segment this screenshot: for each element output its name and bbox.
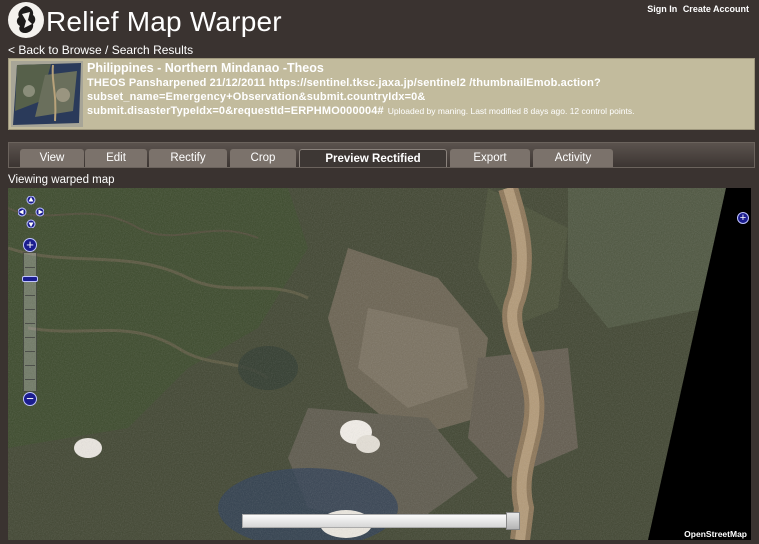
back-link[interactable]: < Back to Browse / Search Results	[8, 43, 193, 57]
tab-activity[interactable]: Activity	[533, 149, 613, 167]
zoom-slider-handle[interactable]	[22, 276, 38, 282]
map-thumbnail[interactable]	[11, 61, 83, 127]
map-title: Philippines - Northern Mindanao -Theos	[87, 61, 324, 75]
app-title[interactable]: Relief Map Warper	[46, 6, 282, 38]
map-meta: Uploaded by maning. Last modified 8 days…	[387, 106, 635, 116]
zoom-bar[interactable]	[23, 252, 37, 392]
map-description: THEOS Pansharpened 21/12/2011 https://se…	[87, 76, 748, 118]
opacity-slider-track[interactable]	[242, 514, 520, 528]
tab-bar: View Edit Rectify Crop Preview Rectified…	[8, 142, 755, 168]
zoom-out-icon[interactable]: −	[23, 392, 37, 406]
tab-export[interactable]: Export	[450, 149, 530, 167]
pan-arrows-icon[interactable]	[17, 195, 45, 229]
layer-switcher-icon[interactable]: +	[737, 212, 749, 224]
create-account-link[interactable]: Create Account	[683, 4, 749, 14]
tab-preview-rectified[interactable]: Preview Rectified	[299, 149, 447, 167]
user-links: Sign In Create Account	[644, 4, 749, 14]
tab-rectify[interactable]: Rectify	[149, 149, 227, 167]
warped-satellite-image	[8, 188, 751, 540]
zoom-in-icon[interactable]: +	[23, 238, 37, 252]
tab-edit[interactable]: Edit	[85, 149, 147, 167]
tab-crop[interactable]: Crop	[230, 149, 296, 167]
map-info-text: Philippines - Northern Mindanao -Theos T…	[87, 61, 748, 118]
sign-in-link[interactable]: Sign In	[647, 4, 677, 14]
tab-view[interactable]: View	[20, 149, 84, 167]
viewing-label: Viewing warped map	[8, 174, 115, 186]
map-attribution[interactable]: OpenStreetMap	[684, 529, 747, 539]
logo-icon[interactable]	[8, 2, 44, 38]
map-info-box: Philippines - Northern Mindanao -Theos T…	[8, 58, 755, 130]
map-viewport[interactable]: + − + OpenStreetMap	[8, 188, 751, 540]
opacity-slider-handle[interactable]	[506, 512, 520, 530]
